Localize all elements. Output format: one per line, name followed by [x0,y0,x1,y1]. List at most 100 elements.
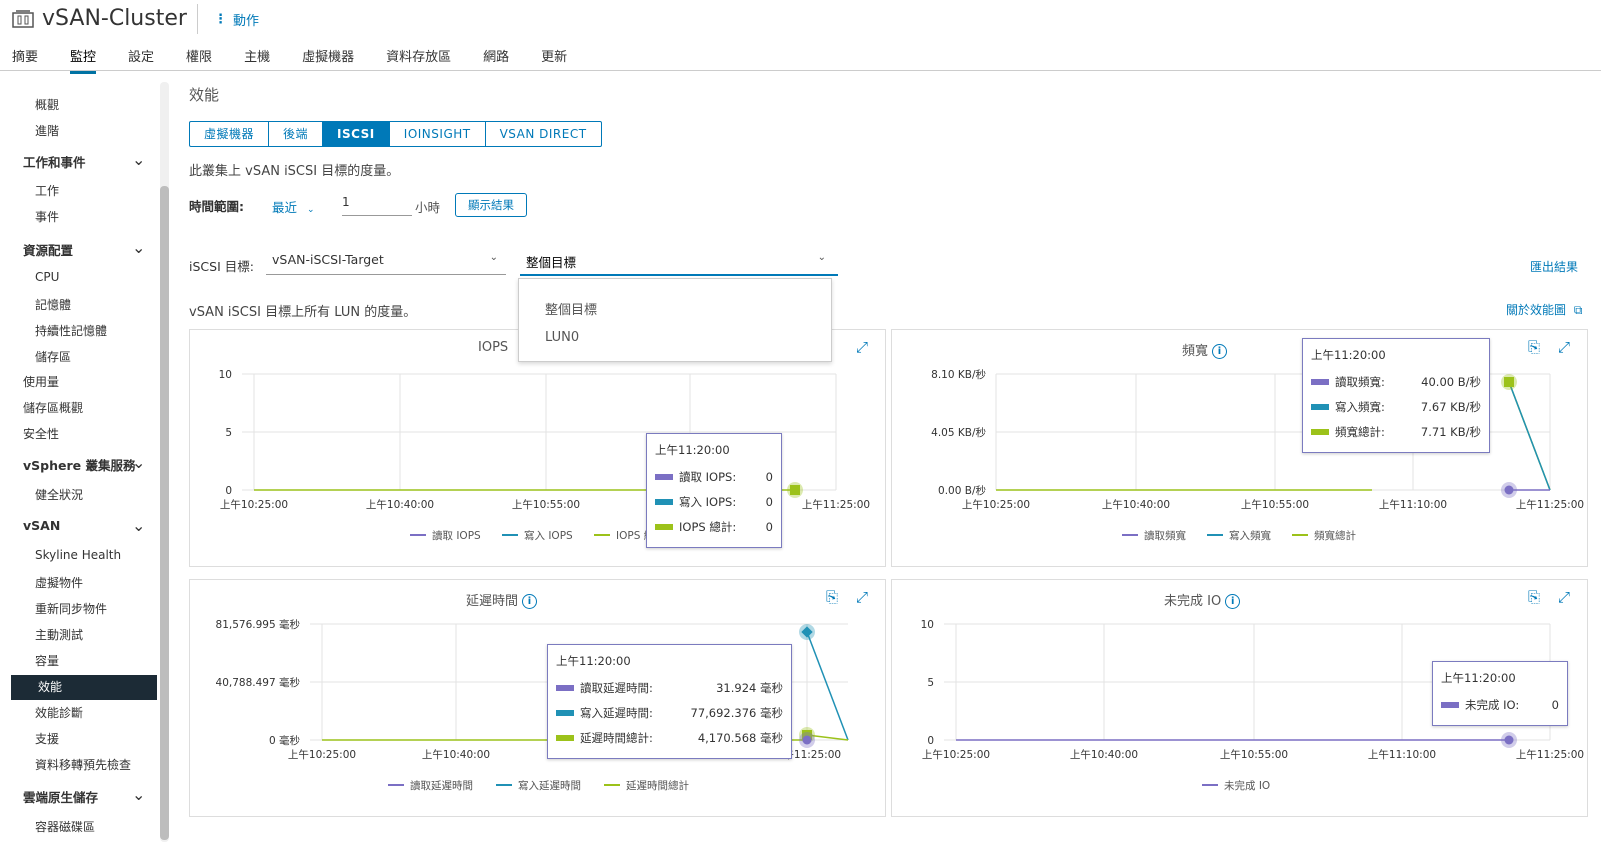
tooltip-row: 寫入延遲時間: 77,692.376 毫秒 [556,700,783,725]
chart-legend: 讀取 IOPS 寫入 IOPS IOPS 總計 [410,529,665,542]
lun-dropdown-menu: 整個目標 LUN0 [518,278,832,362]
tooltip-time: 上午11:20:00 [655,443,730,457]
x-tick-label: 上午10:25:00 [922,748,990,761]
tooltip-row: 寫入 IOPS: 0 [655,489,773,514]
data-point[interactable] [790,485,800,495]
sidebar-item-0[interactable]: 概觀 [35,96,59,113]
x-tick-label: 上午10:55:00 [512,498,580,511]
chevron-down-icon: ⌄ [489,252,498,263]
time-range-value-input[interactable]: 1 [342,195,412,216]
sidebar-item-9[interactable]: 儲存區 [35,348,71,365]
legend-item[interactable]: 寫入頻寬 [1229,529,1271,542]
y-tick-label: 40,788.497 毫秒 [216,676,301,689]
about-charts-link[interactable]: 關於效能圖 ⧉ [1506,301,1582,318]
actions-menu-button[interactable]: ⋮ 動作 [214,10,259,29]
sidebar-item-21[interactable]: 效能 [38,678,62,695]
sidebar-item-7[interactable]: 記憶體 [35,296,71,313]
series-swatch [655,498,673,505]
subtab-3[interactable]: IOINSIGHT [390,122,486,146]
tooltip-label: 寫入 IOPS: [679,494,737,509]
sidebar-item-5[interactable]: 資源配置 [23,240,73,259]
sidebar-item-2[interactable]: 工作和事件 [23,152,86,171]
tooltip-row: 頻寬總計: 7.71 KB/秒 [1311,419,1481,444]
sidebar-item-6[interactable]: CPU [35,270,59,284]
legend-item[interactable]: 寫入 IOPS [524,529,573,542]
sidebar-item-1[interactable]: 進階 [35,122,59,139]
chart-legend: 讀取延遲時間 寫入延遲時間 延遲時間總計 [388,779,689,792]
sidebar-scrollbar-thumb[interactable] [160,186,169,840]
sidebar-item-11[interactable]: 儲存區概觀 [23,399,83,416]
series-swatch [1311,378,1329,385]
legend-item[interactable]: 讀取 IOPS [432,529,481,542]
legend-item[interactable]: 讀取延遲時間 [410,779,473,792]
series-write-drop [1508,381,1551,491]
sidebar-item-16[interactable]: Skyline Health [35,548,121,562]
export-results-link[interactable]: 匯出結果 [1530,258,1578,275]
legend-item[interactable]: 寫入延遲時間 [518,779,581,792]
sidebar-item-19[interactable]: 主動測試 [35,626,83,643]
data-point[interactable] [802,735,812,745]
subtab-0[interactable]: 虛擬機器 [190,122,270,146]
sidebar-item-3[interactable]: 工作 [35,182,59,199]
tooltip-label: 延遲時間總計: [580,730,653,745]
iscsi-description: 此叢集上 vSAN iSCSI 目標的度量。 [189,164,400,179]
legend-item[interactable]: 讀取頻寬 [1144,529,1186,542]
page-header: vSAN-Cluster [12,6,187,31]
chevron-down-icon[interactable]: ⌄ [132,238,145,257]
y-tick-label: 5 [927,677,934,689]
subtab-4[interactable]: VSAN DIRECT [486,122,601,146]
tooltip-value: 0 [1551,697,1559,712]
tabs-divider [0,70,1601,71]
tooltip-time: 上午11:20:00 [1311,348,1386,362]
tooltip-time: 上午11:20:00 [1441,671,1516,685]
tooltip-label: 頻寬總計: [1335,424,1385,439]
tooltip-label: IOPS 總計: [679,519,737,534]
data-point[interactable] [1504,377,1514,387]
x-tick-label: 上午10:25:00 [962,498,1030,511]
series-swatch [1441,701,1459,708]
sidebar-item-18[interactable]: 重新同步物件 [35,600,107,617]
x-tick-label: 上午10:40:00 [422,748,490,761]
sidebar-item-24[interactable]: 資料移轉預先檢查 [35,756,131,773]
dropdown-option-whole-target[interactable]: 整個目標 [545,299,597,318]
time-range-mode-select[interactable]: 最近 ⌄ [272,197,315,216]
sidebar-item-10[interactable]: 使用量 [23,373,59,390]
subtab-2[interactable]: ISCSI [323,122,390,146]
sidebar-item-14[interactable]: 健全狀況 [35,486,83,503]
y-tick-label: 0.00 B/秒 [938,484,986,497]
sidebar-item-13[interactable]: vSphere 叢集服務 [23,455,135,474]
lun-select[interactable]: 整個目標 ⌄ [520,252,838,276]
tooltip-value: 0 [765,494,773,509]
time-range-value: 1 [342,195,350,209]
data-point[interactable] [1504,735,1514,745]
sidebar-item-15[interactable]: vSAN [23,518,60,533]
x-tick-label: 上午11:25:00 [802,498,870,511]
sidebar-item-25[interactable]: 雲端原生儲存 [23,787,98,806]
chevron-down-icon: ⌄ [817,252,826,263]
legend-item[interactable]: 延遲時間總計 [626,779,689,792]
sidebar-item-22[interactable]: 效能診斷 [35,704,83,721]
sidebar-item-12[interactable]: 安全性 [23,425,59,442]
tooltip-value: 77,692.376 毫秒 [690,705,784,720]
x-tick-label: 上午10:40:00 [1102,498,1170,511]
bandwidth-tooltip: 上午11:20:00 讀取頻寬: 40.00 B/秒 寫入頻寬: 7.67 KB/秒 頻寬… [1302,338,1490,453]
sidebar-item-8[interactable]: 持續性記憶體 [35,322,107,339]
chevron-down-icon[interactable]: ⌄ [132,516,145,535]
chevron-down-icon[interactable]: ⌄ [132,150,145,169]
sidebar-item-26[interactable]: 容器磁碟區 [35,818,95,835]
sidebar-item-20[interactable]: 容量 [35,652,59,669]
legend-item[interactable]: 頻寬總計 [1314,529,1356,542]
time-range-label: 時間範圍: [189,199,244,214]
dropdown-option-lun0[interactable]: LUN0 [545,330,579,345]
series-swatch [556,734,574,741]
tooltip-label: 讀取 IOPS: [679,469,737,484]
data-point[interactable] [1504,485,1514,495]
iscsi-target-select[interactable]: vSAN-iSCSI-Target ⌄ [266,252,506,275]
sidebar-item-17[interactable]: 虛擬物件 [35,574,83,591]
sidebar-item-23[interactable]: 支援 [35,730,59,747]
show-results-button[interactable]: 顯示結果 [455,193,527,217]
legend-item[interactable]: 未完成 IO [1224,779,1270,792]
chevron-down-icon[interactable]: ⌄ [132,785,145,804]
sidebar-item-4[interactable]: 事件 [35,208,59,225]
subtab-1[interactable]: 後端 [269,122,324,146]
